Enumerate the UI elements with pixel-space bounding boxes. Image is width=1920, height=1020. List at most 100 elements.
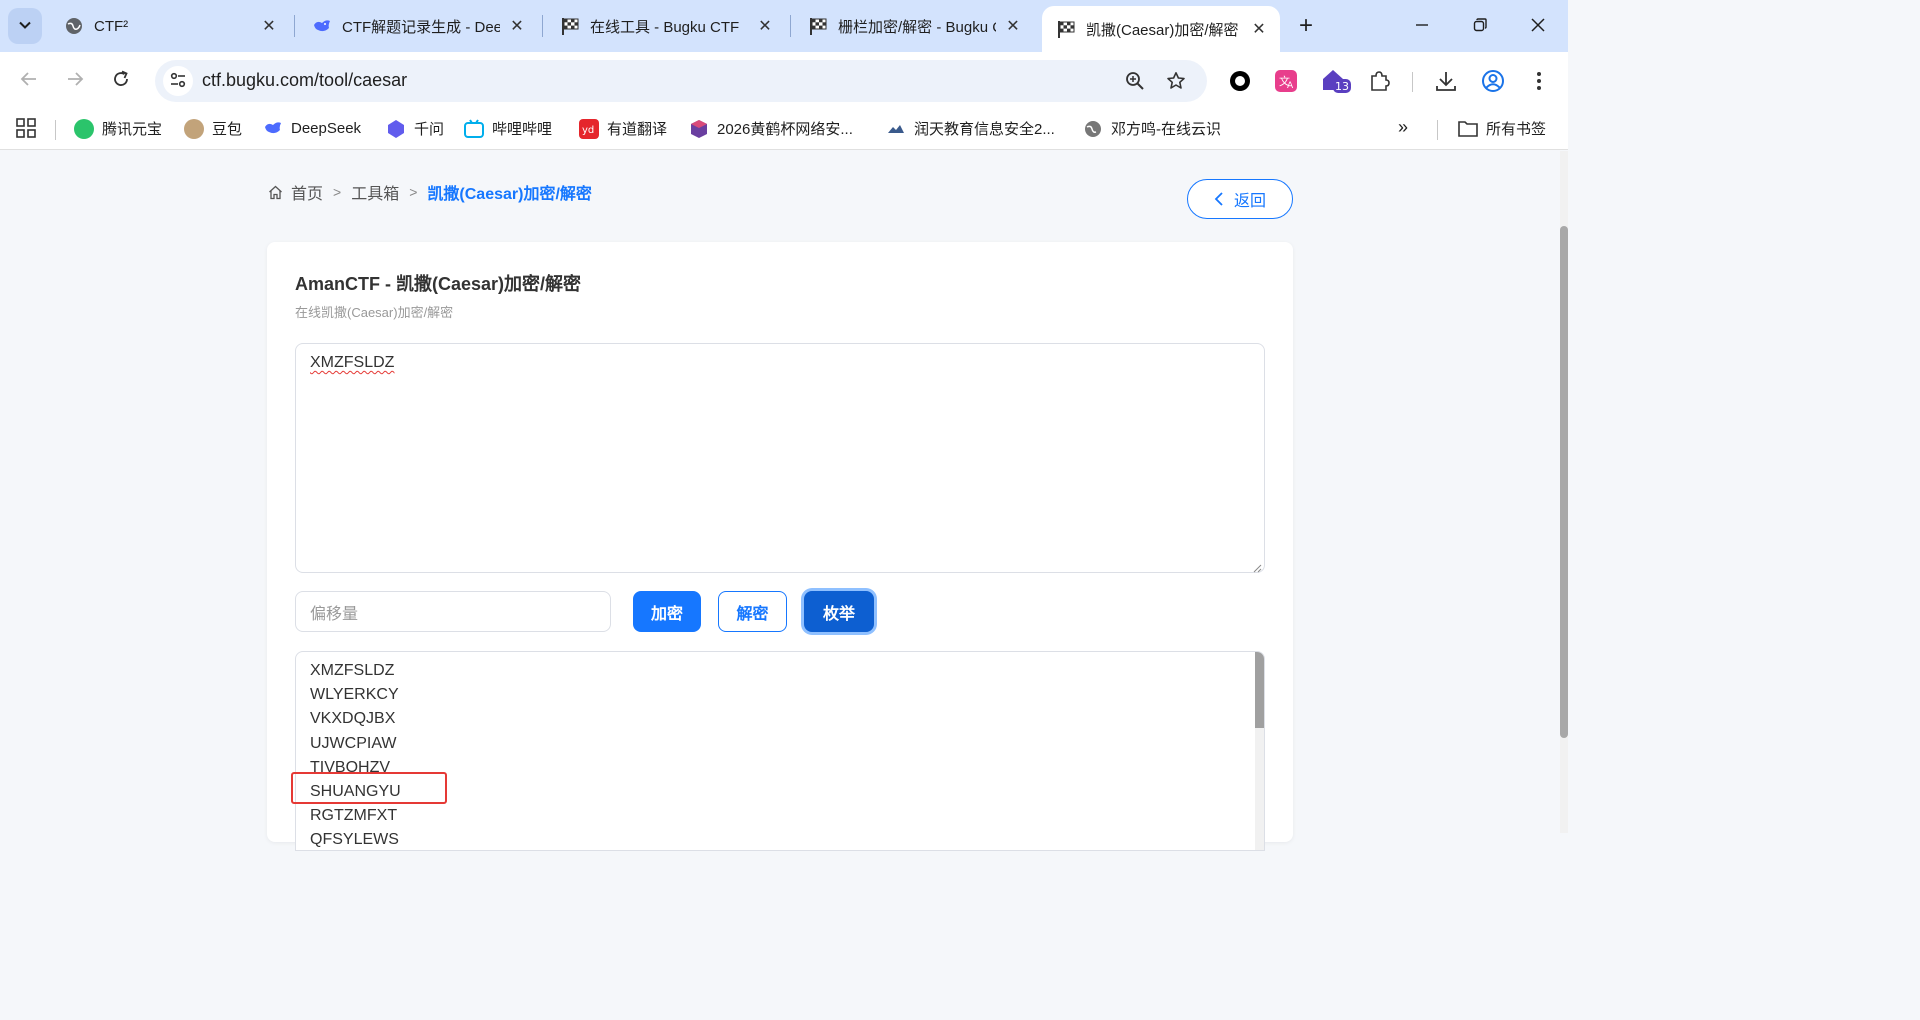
url-text: ctf.bugku.com/tool/caesar	[202, 70, 408, 90]
highlight-annotation	[291, 772, 447, 804]
output-scrollbar[interactable]	[1255, 652, 1264, 850]
bookmark-tencent-yuanbao[interactable]: 腾讯元宝	[74, 118, 162, 139]
checkered-flag-icon	[808, 16, 828, 36]
breadcrumb-home[interactable]: 首页	[291, 180, 323, 204]
encrypt-button[interactable]: 加密	[633, 591, 701, 632]
chevron-right-icon: >	[333, 184, 342, 200]
offset-placeholder: 偏移量	[310, 605, 359, 623]
result-output[interactable]: XMZFSLDZ WLYERKCY VKXDQJBX UJWCPIAW TIVB…	[295, 651, 1265, 851]
translate-extension-icon[interactable]: 文A	[1273, 68, 1299, 94]
page-scrollbar-thumb[interactable]	[1560, 226, 1568, 738]
site-info-button[interactable]	[163, 66, 193, 96]
result-line: QFSYLEWS	[310, 831, 399, 849]
minimize-button[interactable]	[1402, 10, 1442, 42]
cipher-input[interactable]: XMZFSLDZ	[295, 343, 1265, 573]
tab-caesar-active[interactable]: 凯撒(Caesar)加密/解密 - Bugku CTF ✕	[1042, 6, 1280, 52]
tab-bugku-tools[interactable]: 在线工具 - Bugku CTF ✕	[546, 6, 786, 46]
bookmark-dengfangming[interactable]: 邓方鸣-在线云识	[1083, 118, 1221, 139]
breadcrumb: 首页 > 工具箱 > 凯撒(Caesar)加密/解密	[268, 180, 592, 204]
profile-icon[interactable]	[1480, 68, 1506, 94]
address-bar[interactable]: ctf.bugku.com/tool/caesar	[155, 60, 1207, 102]
tab-title: 在线工具 - Bugku CTF	[590, 18, 740, 36]
input-text: XMZFSLDZ	[310, 354, 395, 371]
offset-input[interactable]: 偏移量	[295, 591, 611, 632]
bookmark-youdao[interactable]: yd 有道翻译	[579, 118, 667, 139]
decrypt-button[interactable]: 解密	[718, 591, 787, 632]
tool-card: AmanCTF - 凯撒(Caesar)加密/解密 在线凯撒(Caesar)加密…	[267, 242, 1293, 851]
arrow-left-icon	[20, 70, 38, 91]
home-extension-icon[interactable]: 13	[1320, 68, 1352, 94]
svg-text:A: A	[1287, 81, 1294, 91]
tab-title: 凯撒(Caesar)加密/解密 - Bugku CTF	[1086, 21, 1242, 39]
puzzle-extensions-icon[interactable]	[1366, 68, 1392, 94]
tab-separator	[294, 15, 295, 37]
browser-toolbar: ctf.bugku.com/tool/caesar 文A 13	[0, 52, 1568, 108]
all-bookmarks-button[interactable]: 所有书签	[1458, 118, 1546, 139]
globe-icon	[1083, 119, 1103, 139]
output-scrollbar-thumb[interactable]	[1255, 652, 1264, 728]
close-icon[interactable]: ✕	[1002, 15, 1024, 37]
more-bookmarks-icon[interactable]: »	[1398, 117, 1408, 138]
tab-rail-fence[interactable]: 栅栏加密/解密 - Bugku CTF ✕	[794, 6, 1034, 46]
back-nav-button[interactable]	[13, 64, 45, 96]
breadcrumb-toolbox[interactable]: 工具箱	[351, 180, 399, 204]
result-line: UJWCPIAW	[310, 734, 397, 752]
bookmark-star-icon[interactable]	[1164, 69, 1188, 93]
tab-deepseek[interactable]: CTF解题记录生成 - DeepSeek ✕	[298, 6, 538, 46]
zoom-icon[interactable]	[1123, 69, 1147, 93]
tune-icon	[169, 71, 187, 92]
forward-nav-button[interactable]	[59, 64, 91, 96]
tab-separator	[790, 15, 791, 37]
bilibili-icon	[464, 118, 484, 139]
download-icon[interactable]	[1433, 68, 1459, 94]
bookmarks-bar: 腾讯元宝 豆包 DeepSeek 千问 哔哩哔哩 yd 有道翻译 2026黄鹤杯网…	[0, 108, 1568, 150]
extension-badge: 13	[1335, 80, 1349, 93]
chevron-left-icon	[1214, 191, 1224, 207]
tab-search-button[interactable]	[8, 8, 42, 44]
tab-separator	[542, 15, 543, 37]
reload-button[interactable]	[105, 64, 137, 96]
tab-title: CTF解题记录生成 - DeepSeek	[342, 18, 500, 36]
extension-circle-icon[interactable]	[1227, 68, 1253, 94]
bookmark-deepseek[interactable]: DeepSeek	[263, 118, 361, 138]
close-icon[interactable]: ✕	[506, 15, 528, 37]
bookmark-huanghebei[interactable]: 2026黄鹤杯网络安...	[689, 118, 853, 139]
enumerate-button[interactable]: 枚举	[804, 591, 874, 632]
result-line: WLYERKCY	[310, 686, 399, 704]
close-icon[interactable]: ✕	[258, 15, 280, 37]
checkered-flag-icon	[1056, 19, 1076, 39]
restore-button[interactable]	[1460, 10, 1500, 42]
resize-handle-icon[interactable]	[1252, 560, 1262, 573]
tab-ctf2[interactable]: CTF² ✕	[50, 6, 290, 46]
bookmark-qianwen[interactable]: 千问	[386, 118, 444, 139]
tab-title: 栅栏加密/解密 - Bugku CTF	[838, 18, 996, 36]
tab-title: CTF²	[94, 17, 129, 35]
apps-grid-icon[interactable]	[16, 118, 36, 138]
bookmark-doubao[interactable]: 豆包	[184, 118, 242, 139]
folder-icon	[1458, 119, 1478, 139]
result-line: RGTZMFXT	[310, 807, 398, 825]
svg-text:yd: yd	[582, 125, 594, 136]
new-tab-button[interactable]: +	[1292, 12, 1320, 40]
close-icon[interactable]: ✕	[1248, 18, 1270, 40]
more-menu-icon[interactable]	[1526, 68, 1552, 94]
result-line: VKXDQJBX	[310, 710, 396, 728]
close-icon[interactable]: ✕	[754, 15, 776, 37]
plus-icon: +	[1298, 12, 1313, 39]
close-window-button[interactable]	[1518, 10, 1558, 42]
back-button[interactable]: 返回	[1187, 179, 1293, 219]
bookmark-bilibili[interactable]: 哔哩哔哩	[464, 118, 552, 139]
youdao-icon: yd	[579, 118, 599, 139]
minimize-icon	[1415, 18, 1429, 35]
reload-icon	[112, 70, 130, 91]
home-icon[interactable]	[268, 185, 283, 200]
globe-icon	[64, 16, 84, 36]
runtian-logo-icon	[886, 119, 906, 139]
chevron-down-icon	[18, 18, 32, 35]
deepseek-icon	[312, 16, 332, 36]
bookmark-separator	[1437, 120, 1438, 140]
doubao-icon	[184, 118, 204, 139]
bookmark-runtian[interactable]: 润天教育信息安全2...	[886, 118, 1055, 139]
chevron-right-icon: >	[409, 184, 418, 200]
close-icon	[1530, 17, 1546, 36]
